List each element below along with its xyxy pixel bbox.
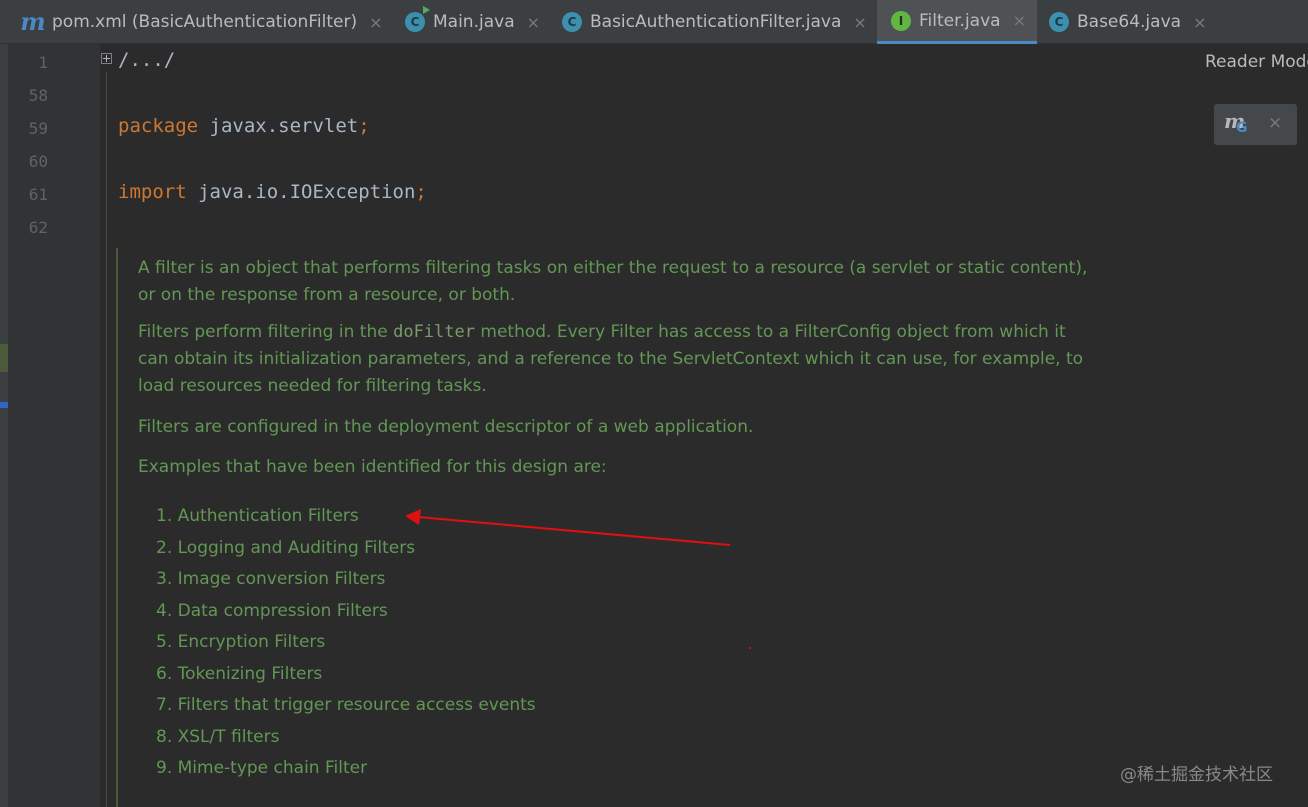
list-item: 5. Encryption Filters <box>156 632 326 652</box>
interface-icon: I <box>891 10 911 31</box>
stray-dot <box>749 647 751 649</box>
close-icon[interactable]: × <box>369 13 382 32</box>
line-number: 61 <box>28 185 48 204</box>
tab-basic-authentication-filter[interactable]: C BasicAuthenticationFilter.java × <box>550 0 877 44</box>
reader-mode-toggle[interactable]: Reader Mode <box>1205 52 1308 72</box>
code-line-folded-header[interactable]: /.../ <box>118 49 175 71</box>
class-icon: C <box>562 12 582 32</box>
tab-label: pom.xml (BasicAuthenticationFilter) <box>52 12 358 32</box>
arrow-head-icon <box>405 509 421 525</box>
maven-helper-icon[interactable]: mG <box>1224 109 1250 138</box>
code-reference-dofilter[interactable]: doFilter <box>393 322 475 342</box>
tool-window-marker[interactable] <box>0 402 8 408</box>
tab-label: Main.java <box>433 12 515 32</box>
tab-pom-xml[interactable]: m pom.xml (BasicAuthenticationFilter) × <box>10 0 395 44</box>
runnable-class-icon: C <box>405 6 430 32</box>
arrow-shaft <box>417 516 731 546</box>
tool-window-marker[interactable] <box>0 344 8 372</box>
close-icon[interactable]: × <box>1013 11 1026 30</box>
close-icon[interactable]: × <box>1193 13 1206 32</box>
ide-window: m pom.xml (BasicAuthenticationFilter) × … <box>0 0 1308 807</box>
tab-label: Filter.java <box>919 10 1001 31</box>
line-number: 60 <box>28 152 48 171</box>
code-line-package[interactable]: package javax.servlet; <box>118 115 370 137</box>
close-icon[interactable]: × <box>527 13 540 32</box>
tab-filter-java[interactable]: I Filter.java × <box>877 0 1037 44</box>
keyword-import: import <box>118 181 187 203</box>
editor-tab-bar: m pom.xml (BasicAuthenticationFilter) × … <box>0 0 1308 44</box>
javadoc-paragraph-4: Examples that have been identified for t… <box>138 457 607 477</box>
tab-main-java[interactable]: C Main.java × <box>395 0 550 44</box>
maven-icon: m <box>20 7 46 36</box>
tab-label: Base64.java <box>1077 12 1182 32</box>
list-item: 9. Mime-type chain Filter <box>156 758 368 778</box>
list-item: 4. Data compression Filters <box>156 601 388 621</box>
fold-expand-icon[interactable] <box>101 53 112 64</box>
javadoc-paragraph-3: Filters are configured in the deployment… <box>138 417 754 437</box>
line-number: 62 <box>28 218 48 237</box>
list-item: 3. Image conversion Filters <box>156 569 386 589</box>
tab-label: BasicAuthenticationFilter.java <box>590 12 842 32</box>
line-number: 59 <box>28 119 48 138</box>
tab-base64-java[interactable]: C Base64.java × <box>1037 0 1207 44</box>
keyword-package: package <box>118 115 199 137</box>
import-name: java.io.IOException <box>186 181 416 203</box>
line-number: 58 <box>28 86 48 105</box>
watermark: @稀土掘金技术社区 <box>1120 765 1273 785</box>
javadoc-rendered-bar <box>116 248 118 807</box>
list-item: 2. Logging and Auditing Filters <box>156 538 416 558</box>
javadoc-paragraph-2: Filters perform filtering in the doFilte… <box>138 322 1084 396</box>
class-icon: C <box>1049 12 1069 32</box>
close-icon[interactable]: × <box>1268 113 1282 133</box>
fold-guide <box>106 72 107 807</box>
left-tool-strip <box>0 44 8 807</box>
list-item: 1. Authentication Filters <box>156 506 359 526</box>
javadoc-paragraph-1: A filter is an object that performs filt… <box>138 258 1088 305</box>
package-name: javax.servlet <box>198 115 359 137</box>
line-number: 1 <box>38 53 48 72</box>
list-item: 6. Tokenizing Filters <box>156 664 323 684</box>
list-item: 8. XSL/T filters <box>156 727 280 747</box>
list-item: 7. Filters that trigger resource access … <box>156 695 536 715</box>
line-number-gutter: 1 58 59 60 61 62 <box>8 44 100 807</box>
plugin-popup: mG × <box>1214 104 1297 145</box>
close-icon[interactable]: × <box>853 13 866 32</box>
code-line-import[interactable]: import java.io.IOException; <box>118 181 427 203</box>
